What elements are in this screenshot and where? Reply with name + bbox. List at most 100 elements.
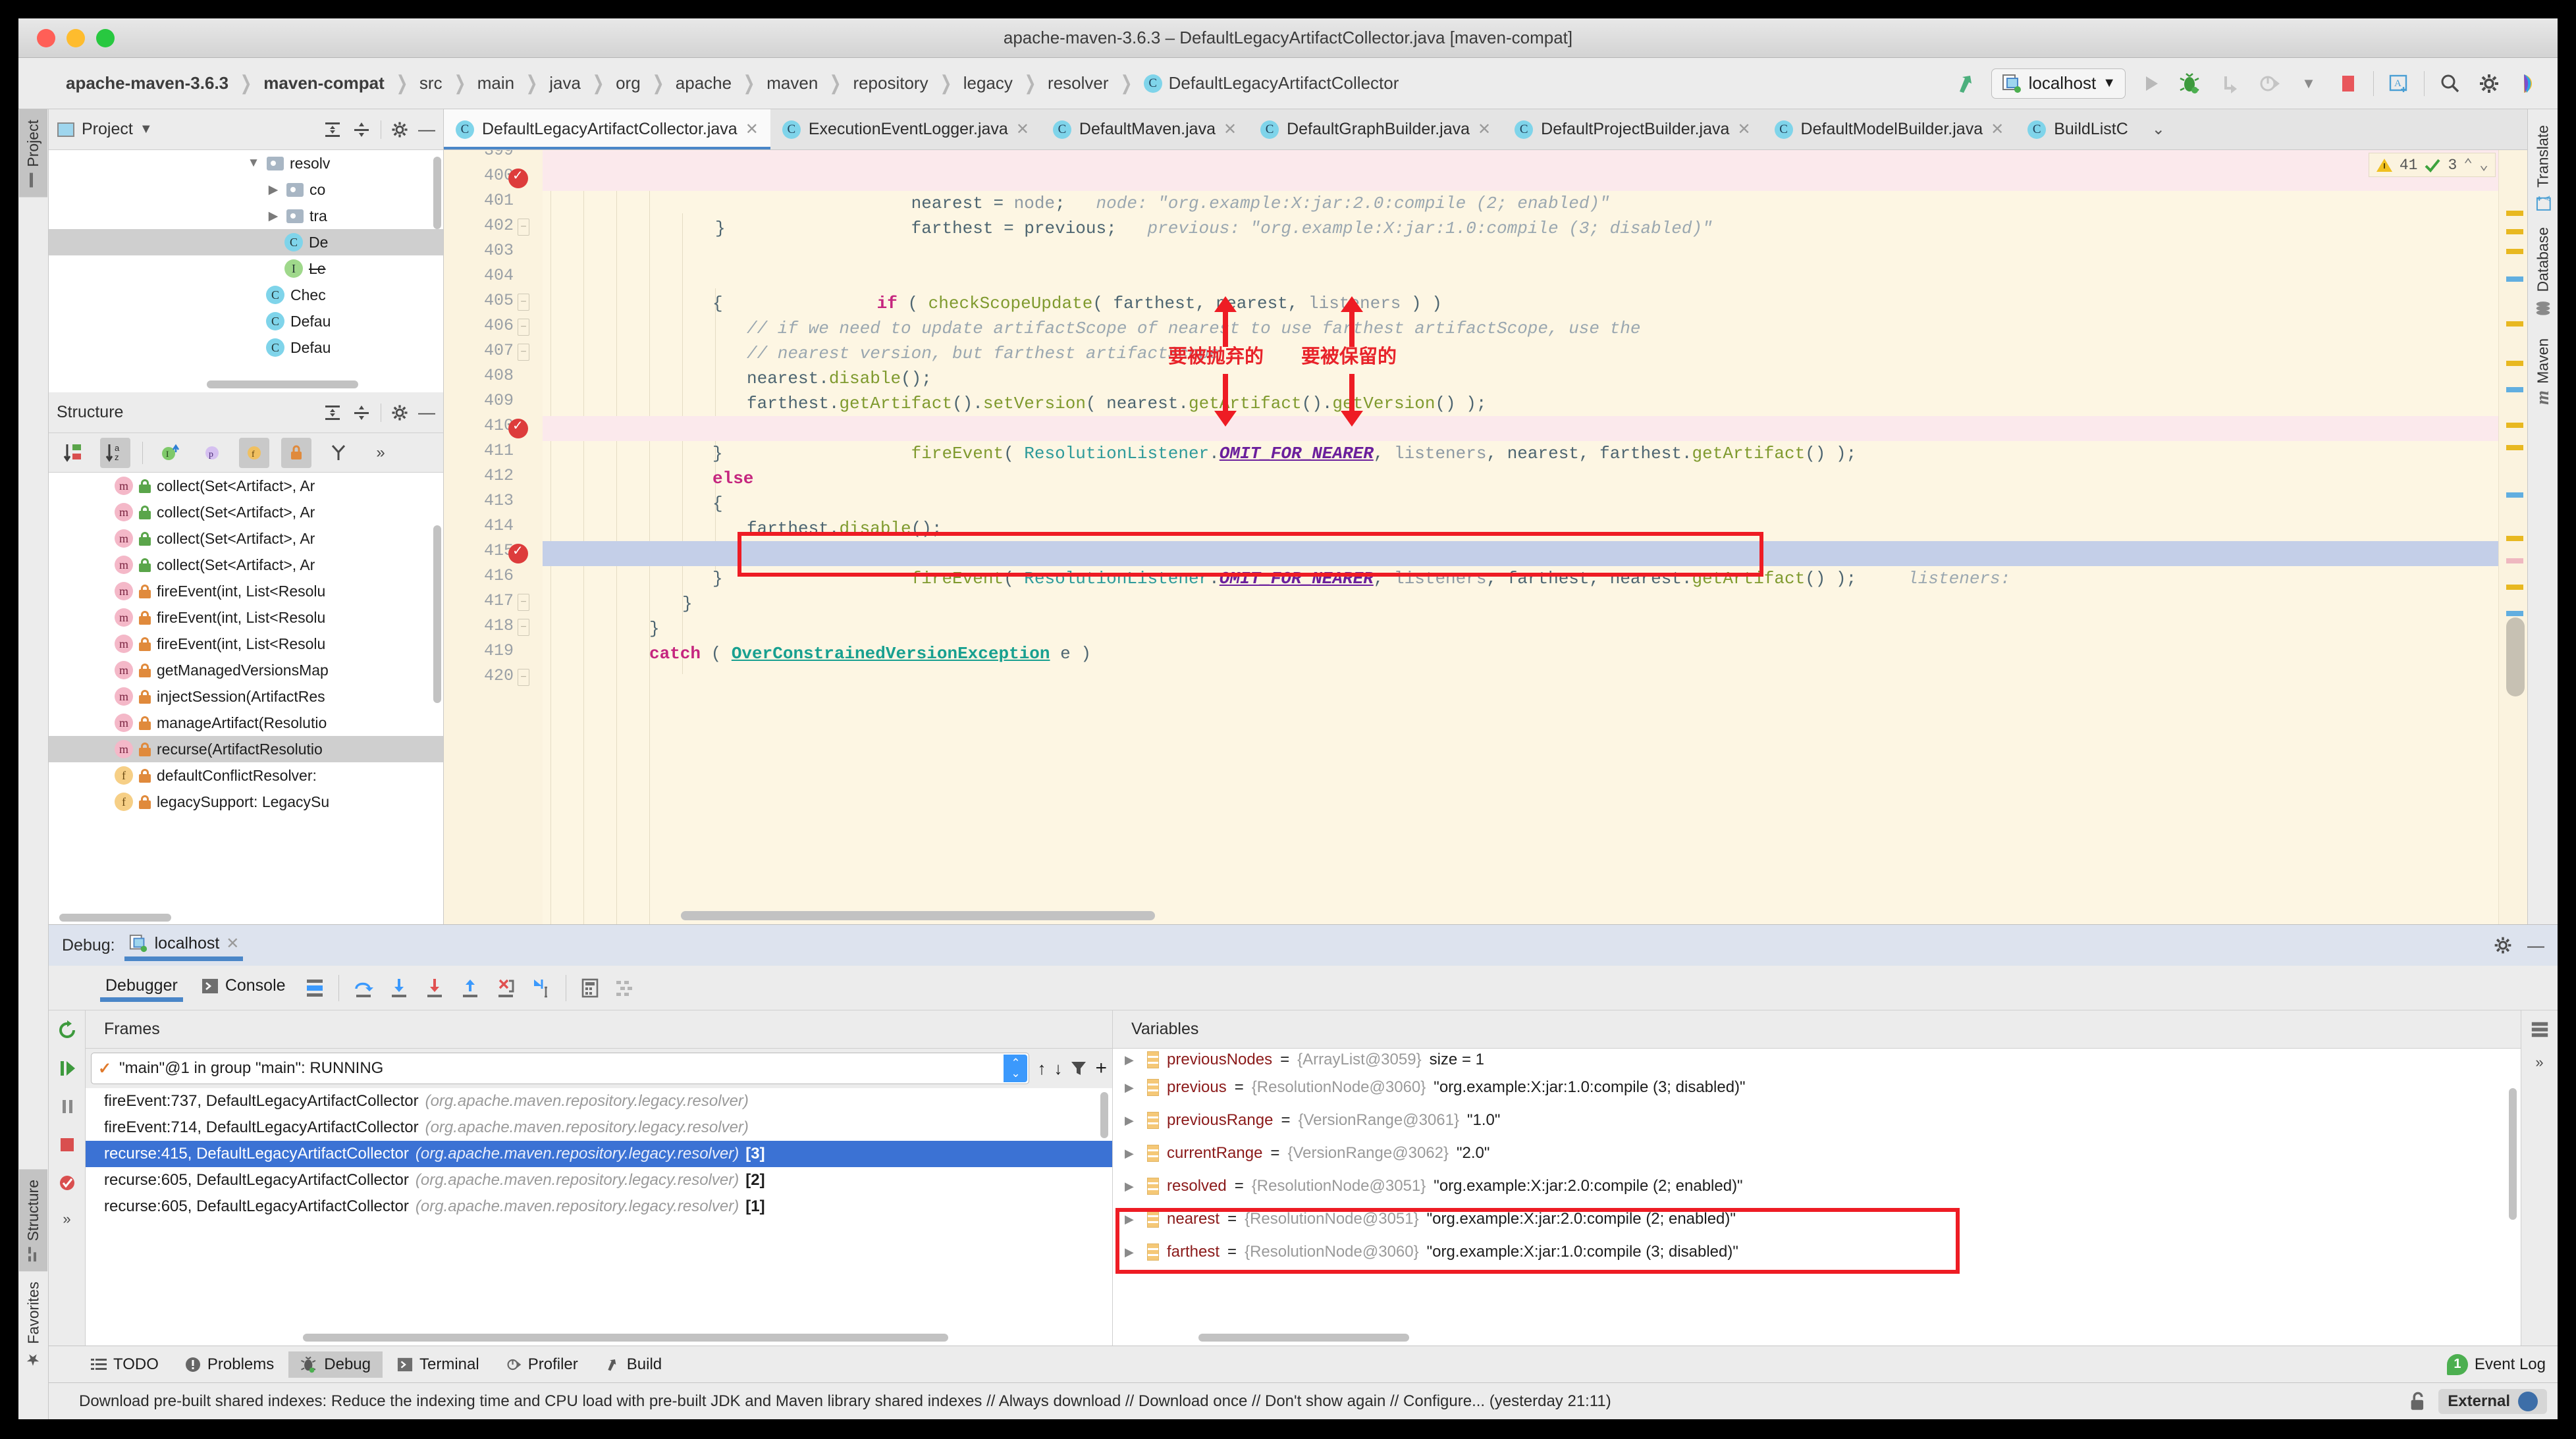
tool-button-profiler[interactable]: Profiler	[494, 1351, 590, 1378]
editor-scrollbar-thumb[interactable]	[2506, 617, 2525, 696]
tool-button-build[interactable]: Build	[593, 1351, 674, 1378]
close-icon[interactable]: ✕	[745, 120, 759, 139]
inspection-widget[interactable]: 41 3 ⌃ ⌄	[2368, 153, 2496, 177]
breadcrumb-item-10[interactable]: resolver	[1038, 73, 1117, 93]
more-icon[interactable]: »	[365, 438, 396, 468]
step-out-icon[interactable]	[459, 977, 481, 999]
stop-icon[interactable]	[2334, 69, 2363, 98]
tab-DefaultLegacyArtifactCollector[interactable]: C DefaultLegacyArtifactCollector.java ✕	[444, 109, 770, 149]
tab-DefaultMaven[interactable]: C DefaultMaven.java ✕	[1041, 109, 1248, 149]
structure-horizontal-scrollbar[interactable]	[59, 914, 171, 922]
structure-row[interactable]: m manageArtifact(Resolutio	[49, 710, 443, 736]
structure-row[interactable]: m fireEvent(int, List<Resolu	[49, 631, 443, 657]
frames-vertical-scrollbar[interactable]	[1100, 1092, 1108, 1138]
build-icon[interactable]	[1952, 69, 1981, 98]
chevron-down-icon[interactable]: ▼	[2103, 76, 2116, 91]
tree-row[interactable]: C Defau	[49, 308, 443, 334]
frame-row-selected[interactable]: recurse:415, DefaultLegacyArtifactCollec…	[86, 1141, 1112, 1167]
filter-icon[interactable]	[1070, 1060, 1087, 1077]
show-hierarchy-icon[interactable]	[323, 438, 354, 468]
unlock-icon[interactable]	[2409, 1392, 2427, 1411]
frame-row[interactable]: fireEvent:714, DefaultLegacyArtifactColl…	[86, 1114, 1112, 1141]
fold-marker[interactable]: −	[518, 294, 529, 311]
collapse-all-icon[interactable]	[352, 403, 371, 423]
structure-vertical-scrollbar[interactable]	[433, 525, 441, 703]
variable-row[interactable]: ▶ previous = {ResolutionNode@3060} "org.…	[1113, 1071, 2521, 1104]
gear-icon[interactable]	[2475, 69, 2504, 98]
tree-row[interactable]: I Le	[49, 255, 443, 282]
chevron-down-icon[interactable]: ▼	[246, 156, 261, 170]
structure-row[interactable]: f legacySupport: LegacySu	[49, 789, 443, 815]
show-properties-icon[interactable]: p	[197, 438, 227, 468]
variables-horizontal-scrollbar[interactable]	[1198, 1334, 1409, 1342]
frames-horizontal-scrollbar[interactable]	[303, 1334, 948, 1342]
resume-icon[interactable]	[57, 1058, 78, 1079]
more-icon[interactable]: »	[63, 1211, 70, 1228]
chevron-right-icon[interactable]: ▶	[266, 209, 281, 224]
status-message[interactable]: Download pre-built shared indexes: Reduc…	[79, 1392, 1611, 1411]
fold-marker[interactable]: −	[518, 219, 529, 236]
frame-down-icon[interactable]: ↓	[1054, 1059, 1062, 1079]
breadcrumb-item-1[interactable]: maven-compat	[254, 73, 394, 93]
collapse-all-icon[interactable]	[352, 120, 371, 140]
view-breakpoints-icon[interactable]	[57, 1172, 78, 1193]
tab-console[interactable]: Console	[196, 974, 291, 1002]
chevron-down-icon[interactable]: ⌄	[2152, 120, 2165, 139]
breadcrumb-item-7[interactable]: maven	[757, 73, 827, 93]
debug-session-tab[interactable]: localhost ✕	[124, 933, 244, 961]
breakpoint-icon[interactable]	[508, 167, 528, 188]
structure-row[interactable]: m getManagedVersionsMap	[49, 657, 443, 683]
breadcrumb-item-4[interactable]: java	[540, 73, 590, 93]
gear-icon[interactable]	[390, 404, 409, 422]
expand-all-icon[interactable]	[323, 120, 342, 140]
close-icon[interactable]: ✕	[226, 934, 239, 953]
mute-breakpoints-icon[interactable]	[614, 978, 635, 999]
more-icon[interactable]: »	[2535, 1054, 2543, 1071]
breakpoint-icon[interactable]	[508, 417, 528, 438]
fold-marker[interactable]: −	[518, 619, 529, 636]
breadcrumb-item-9[interactable]: legacy	[954, 73, 1022, 93]
breadcrumb-current-class[interactable]: C DefaultLegacyArtifactCollector	[1135, 73, 1409, 93]
close-icon[interactable]: ✕	[1991, 120, 2004, 139]
breadcrumb-item-5[interactable]: org	[606, 73, 650, 93]
structure-row[interactable]: m collect(Set<Artifact>, Ar	[49, 499, 443, 525]
tab-overflow-chevron[interactable]: ⌄	[2140, 109, 2177, 149]
project-tree[interactable]: ▼ resolv ▶ co ▶ tra C De I Le C Chec C D…	[49, 150, 443, 392]
hide-panel-icon[interactable]: —	[418, 402, 435, 423]
step-into-icon[interactable]	[388, 977, 410, 999]
editor-gutter[interactable]: 399 400 401 402 − 403 404 405 − 406 −	[444, 150, 543, 924]
close-icon[interactable]: ✕	[1478, 120, 1491, 139]
sidebar-item-database[interactable]: Database	[2529, 217, 2558, 327]
force-step-into-icon[interactable]	[423, 977, 446, 999]
step-over-icon[interactable]	[2215, 69, 2244, 98]
editor-horizontal-scrollbar[interactable]	[681, 911, 1155, 920]
tree-row[interactable]: ▶ co	[49, 176, 443, 203]
drop-frame-icon[interactable]	[495, 977, 517, 999]
structure-row[interactable]: f defaultConflictResolver:	[49, 762, 443, 789]
tool-button-terminal[interactable]: Terminal	[385, 1351, 491, 1378]
show-non-public-icon[interactable]	[281, 437, 311, 468]
external-indicator[interactable]: External	[2438, 1388, 2547, 1414]
breadcrumb-item-3[interactable]: main	[468, 73, 523, 93]
translate-icon[interactable]: A	[2384, 69, 2413, 98]
chevron-right-icon[interactable]: ▶	[1125, 1114, 1139, 1128]
settings-icon[interactable]	[2530, 1020, 2550, 1039]
chevron-down-icon[interactable]: ⌄	[2479, 156, 2488, 174]
chevron-down-icon[interactable]: ▼	[2294, 69, 2323, 98]
thread-combobox[interactable]: ✓ "main"@1 in group "main": RUNNING ⌃ ⌄	[91, 1053, 1030, 1084]
structure-row-selected[interactable]: m recurse(ArtifactResolutio	[49, 736, 443, 762]
sidebar-item-maven[interactable]: m Maven	[2527, 328, 2558, 415]
stop-icon[interactable]	[57, 1134, 78, 1155]
chevron-right-icon[interactable]: ▶	[1125, 1147, 1139, 1161]
fold-marker[interactable]: −	[518, 319, 529, 336]
breadcrumb-item-2[interactable]: src	[410, 73, 452, 93]
layout-icon[interactable]	[304, 978, 325, 999]
breakpoint-icon[interactable]	[508, 542, 528, 563]
show-inherited-icon[interactable]: I	[155, 438, 185, 468]
chevron-right-icon[interactable]: ▶	[1125, 1053, 1139, 1067]
structure-row[interactable]: m fireEvent(int, List<Resolu	[49, 578, 443, 604]
debug-icon[interactable]	[2176, 69, 2205, 98]
sort-alphabetically-icon[interactable]: az	[100, 437, 130, 468]
structure-list[interactable]: m collect(Set<Artifact>, Ar m collect(Se…	[49, 473, 443, 924]
tree-row-selected[interactable]: C De	[49, 229, 443, 255]
